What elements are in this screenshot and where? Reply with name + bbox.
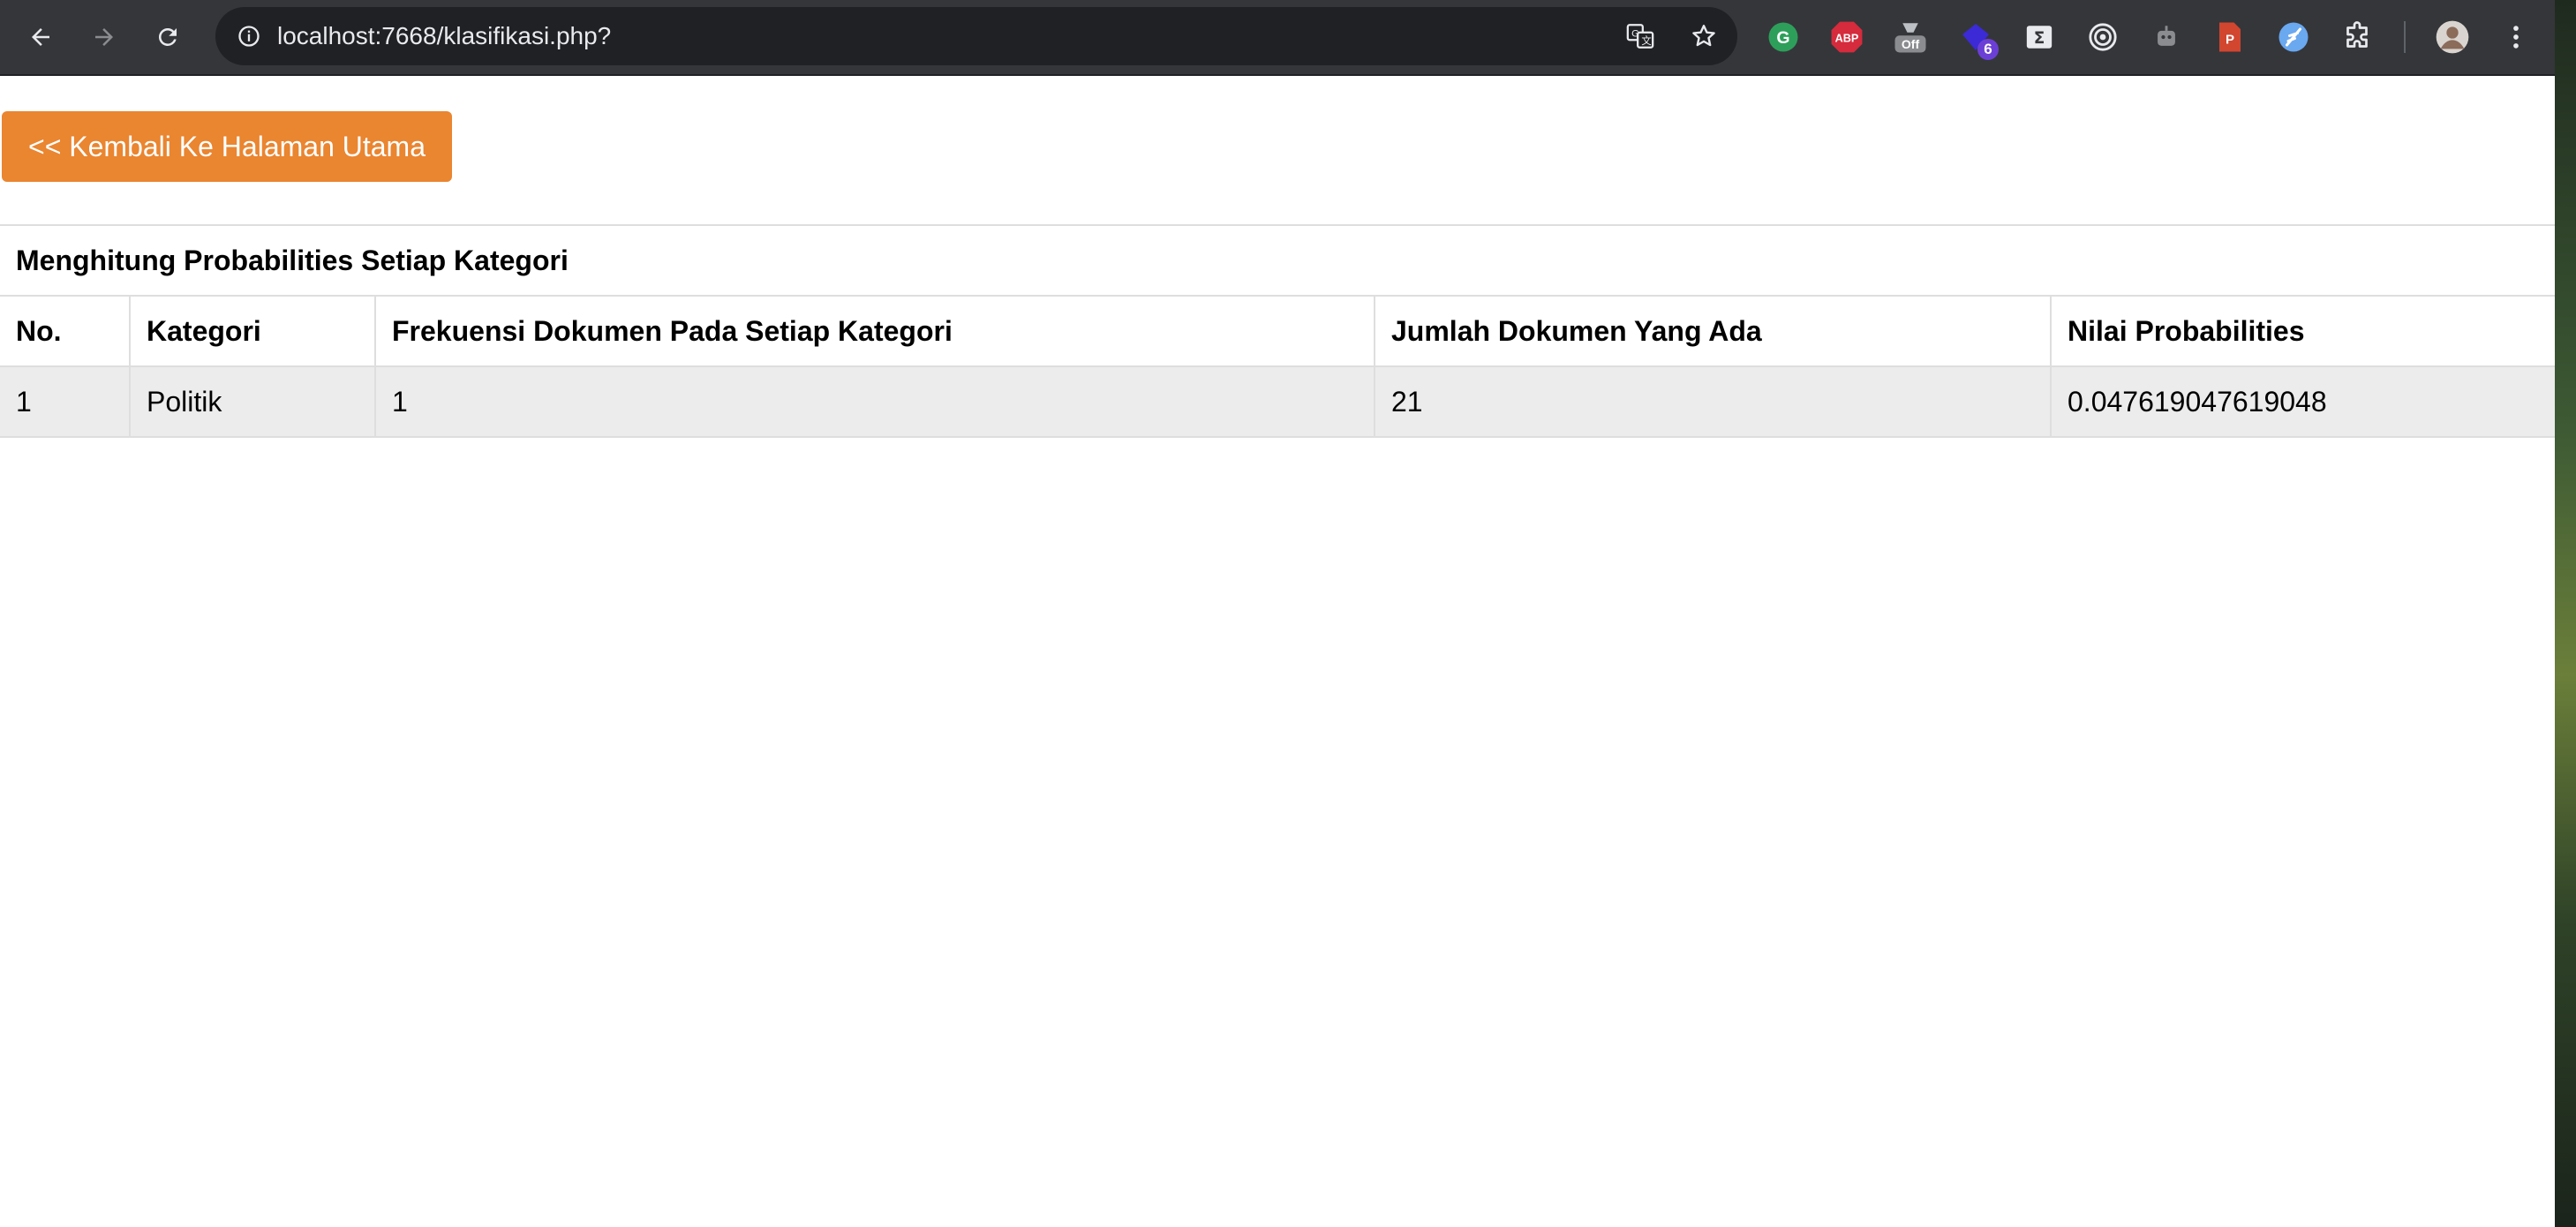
browser-menu-button[interactable] <box>2495 16 2537 58</box>
cell-jumlah: 21 <box>1374 365 2051 438</box>
forward-button[interactable] <box>81 14 127 60</box>
cell-kategori: Politik <box>129 365 375 438</box>
target-icon <box>2089 23 2117 51</box>
feather-icon <box>2278 22 2309 52</box>
site-info-button[interactable] <box>228 15 270 57</box>
svg-text:G: G <box>1776 28 1789 48</box>
column-header-no: No. <box>0 295 130 367</box>
svg-text:ABP: ABP <box>1835 33 1859 45</box>
arrow-right-icon <box>95 28 113 46</box>
column-header-nilai: Nilai Probabilities <box>2050 295 2555 367</box>
robot-extension[interactable] <box>2145 16 2188 58</box>
svg-text:G: G <box>1631 29 1639 40</box>
toolbar-separator <box>2404 21 2406 53</box>
gem-extension[interactable]: 6 <box>1955 16 1999 60</box>
address-bar[interactable]: localhost:7668/klasifikasi.php? G文 <box>215 7 1737 65</box>
puzzle-icon <box>2346 21 2368 48</box>
robot-icon <box>2158 26 2175 46</box>
menu-icon <box>2513 26 2519 49</box>
svg-text:P: P <box>2226 33 2234 48</box>
table-caption-row: Menghitung Probabilities Setiap Kategori <box>0 224 2555 297</box>
url-text[interactable]: localhost:7668/klasifikasi.php? <box>277 7 611 65</box>
column-header-frekuensi: Frekuensi Dokumen Pada Setiap Kategori <box>374 295 1375 367</box>
feather-extension[interactable] <box>2272 16 2315 58</box>
svg-text:Off: Off <box>1902 37 1920 51</box>
extension-badge: 6 <box>1977 39 1999 60</box>
desktop-wallpaper-edge <box>2555 0 2576 1227</box>
pdf-extension[interactable]: P <box>2209 16 2251 58</box>
browser-window: localhost:7668/klasifikasi.php? G文 G ABP… <box>0 0 2555 1227</box>
grammarly-icon: G <box>1768 22 1798 52</box>
adblock-extension[interactable]: ABP <box>1826 16 1868 58</box>
browser-toolbar: localhost:7668/klasifikasi.php? G文 G ABP… <box>0 0 2555 76</box>
back-button[interactable] <box>18 14 64 60</box>
extension-off-icon: Off <box>1894 23 1926 53</box>
column-header-kategori: Kategori <box>129 295 375 367</box>
extensions-button[interactable] <box>2336 16 2378 58</box>
star-icon <box>1692 25 1715 47</box>
column-header-jumlah: Jumlah Dokumen Yang Ada <box>1374 295 2051 367</box>
reload-button[interactable] <box>145 14 191 60</box>
sigma-icon: Σ <box>2026 26 2053 49</box>
cell-no: 1 <box>0 365 130 438</box>
pdf-icon: P <box>2219 22 2241 52</box>
target-extension[interactable] <box>2082 16 2124 58</box>
page-content: << Kembali Ke Halaman Utama Menghitung P… <box>0 76 2555 1227</box>
svg-text:Σ: Σ <box>2034 29 2045 48</box>
probabilities-table: Menghitung Probabilities Setiap Kategori… <box>0 224 2555 438</box>
table-row: 1 Politik 1 21 0.047619047619048 <box>0 365 2555 438</box>
reload-icon <box>158 27 177 46</box>
table-header-row: No. Kategori Frekuensi Dokumen Pada Seti… <box>0 295 2555 367</box>
site-info-icon <box>238 26 260 47</box>
bookmark-button[interactable] <box>1684 17 1723 56</box>
off-extension[interactable]: Off <box>1889 16 1932 58</box>
grammarly-extension[interactable]: G <box>1762 16 1804 58</box>
svg-text:文: 文 <box>1641 34 1651 47</box>
adblock-plus-icon: ABP <box>1831 21 1863 53</box>
translate-button[interactable]: G文 <box>1621 17 1660 56</box>
translate-icon: G文 <box>1626 24 1654 49</box>
back-to-home-button[interactable]: << Kembali Ke Halaman Utama <box>2 111 452 182</box>
profile-avatar <box>2436 20 2469 54</box>
sigma-extension[interactable]: Σ <box>2018 16 2060 58</box>
arrow-left-icon <box>32 28 49 46</box>
profile-button[interactable] <box>2431 16 2474 58</box>
table-caption: Menghitung Probabilities Setiap Kategori <box>0 224 2555 297</box>
cell-frekuensi: 1 <box>374 365 1375 438</box>
cell-nilai: 0.047619047619048 <box>2050 365 2555 438</box>
